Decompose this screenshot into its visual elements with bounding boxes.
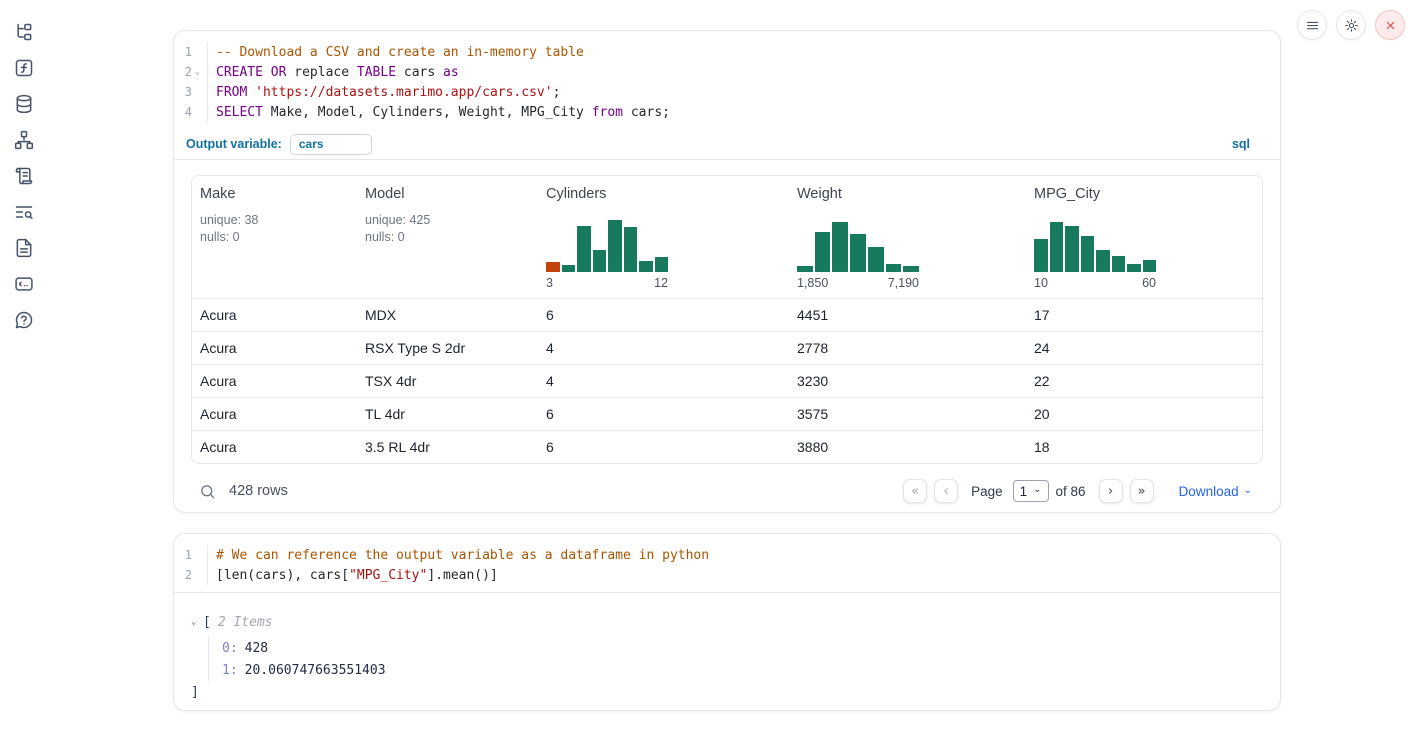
help-button[interactable] xyxy=(14,310,34,330)
bracket-open: [ xyxy=(203,615,211,630)
table-footer: 428 rows « ‹ Page 1⌄ of 86 › » Download⌄ xyxy=(174,475,1280,507)
download-button[interactable]: Download⌄ xyxy=(1179,484,1252,499)
table-row: Acura3.5 RL 4dr6388018 xyxy=(192,430,1262,463)
page-total: of 86 xyxy=(1056,484,1086,499)
output-variable-input[interactable] xyxy=(290,134,372,155)
menu-button[interactable] xyxy=(1297,10,1327,40)
file-explorer-button[interactable] xyxy=(14,22,34,42)
scroll-icon xyxy=(14,166,34,186)
item-value: 20.060747663551403 xyxy=(245,663,386,678)
items-count: 2 Items xyxy=(218,615,273,630)
sql-url-string: 'https://datasets.marimo.app/cars.csv' xyxy=(255,85,552,100)
gear-icon xyxy=(1344,18,1359,33)
line-number: 1 xyxy=(178,45,192,59)
dependencies-button[interactable] xyxy=(14,130,34,150)
line-number: 2 xyxy=(178,65,192,79)
datasources-button[interactable] xyxy=(14,94,34,114)
prev-page-icon: ‹ xyxy=(943,484,948,499)
item-index: 1: xyxy=(222,663,238,678)
last-page-button[interactable]: » xyxy=(1130,479,1154,503)
table-row: AcuraTSX 4dr4323022 xyxy=(192,364,1262,397)
histogram-axis: 1,8507,190 xyxy=(797,276,919,290)
output-variable-strip: Output variable: sql xyxy=(174,129,1280,160)
code-line: 1 # We can reference the output variable… xyxy=(174,545,1280,565)
scratchpad-button[interactable] xyxy=(14,166,34,186)
cylinders-histogram xyxy=(546,220,668,272)
first-page-icon: « xyxy=(911,484,919,499)
mpg-city-histogram xyxy=(1034,220,1156,272)
language-badge: sql xyxy=(1232,137,1268,151)
column-header-mpg-city[interactable]: MPG_City 1060 xyxy=(1026,176,1262,298)
documentation-button[interactable] xyxy=(14,238,34,258)
page-label: Page xyxy=(971,484,1003,499)
code-line: 2 [len(cars), cars["MPG_City"].mean()] xyxy=(174,565,1280,585)
next-page-icon: › xyxy=(1108,484,1113,499)
output-tree: ⌄ [ 2 Items 0: 428 1: 20.060747663551403… xyxy=(174,593,1280,703)
item-index: 0: xyxy=(222,641,238,656)
left-sidebar xyxy=(0,0,48,729)
chevron-down-icon: ⌄ xyxy=(1244,485,1252,496)
tree-item: 0: 428 xyxy=(222,637,1280,659)
row-count: 428 rows xyxy=(229,483,288,499)
chevron-down-icon: ⌄ xyxy=(1033,484,1041,495)
item-value: 428 xyxy=(245,641,268,656)
code-line: 2⌄ CREATE OR replace TABLE cars as xyxy=(174,62,1280,82)
code-line: 3 FROM 'https://datasets.marimo.app/cars… xyxy=(174,82,1280,102)
close-icon xyxy=(1383,18,1398,33)
python-cell: 1 # We can reference the output variable… xyxy=(173,533,1281,711)
hamburger-menu-icon xyxy=(1305,18,1320,33)
sql-comment: -- Download a CSV and create an in-memor… xyxy=(216,45,584,60)
column-header-cylinders[interactable]: Cylinders 312 xyxy=(538,176,789,298)
bracket-close: ] xyxy=(191,685,1280,703)
table-header-row: Make unique: 38nulls: 0 Model unique: 42… xyxy=(192,176,1262,298)
table-row: AcuraTL 4dr6357520 xyxy=(192,397,1262,430)
database-icon xyxy=(14,94,34,114)
code-line: 1 -- Download a CSV and create an in-mem… xyxy=(174,42,1280,62)
code-snippet-icon xyxy=(14,274,34,294)
sql-code-editor[interactable]: 1 -- Download a CSV and create an in-mem… xyxy=(174,31,1280,129)
file-text-icon xyxy=(14,238,34,258)
prev-page-button[interactable]: ‹ xyxy=(934,479,958,503)
column-stats: unique: 425nulls: 0 xyxy=(365,212,530,246)
table-row: AcuraRSX Type S 2dr4277824 xyxy=(192,331,1262,364)
output-variable-label: Output variable: xyxy=(186,137,282,151)
text-search-icon xyxy=(14,202,34,222)
settings-button[interactable] xyxy=(1336,10,1366,40)
table-row: AcuraMDX6445117 xyxy=(192,298,1262,331)
first-page-button[interactable]: « xyxy=(903,479,927,503)
search-icon[interactable] xyxy=(199,483,216,500)
logs-button[interactable] xyxy=(14,202,34,222)
python-code-editor[interactable]: 1 # We can reference the output variable… xyxy=(174,534,1280,592)
network-icon xyxy=(14,130,34,150)
snippets-button[interactable] xyxy=(14,274,34,294)
shutdown-button[interactable] xyxy=(1375,10,1405,40)
variables-button[interactable] xyxy=(14,58,34,78)
top-right-controls xyxy=(1297,10,1405,40)
data-table: Make unique: 38nulls: 0 Model unique: 42… xyxy=(191,175,1263,464)
tree-item: 1: 20.060747663551403 xyxy=(222,659,1280,681)
line-number: 3 xyxy=(178,85,192,99)
file-tree-icon xyxy=(14,22,34,42)
tree-collapse-icon[interactable]: ⌄ xyxy=(191,617,203,627)
histogram-axis: 1060 xyxy=(1034,276,1156,290)
line-number: 2 xyxy=(178,568,192,582)
function-square-icon xyxy=(14,58,34,78)
histogram-axis: 312 xyxy=(546,276,668,290)
python-comment: # We can reference the output variable a… xyxy=(216,548,709,563)
column-header-weight[interactable]: Weight 1,8507,190 xyxy=(789,176,1026,298)
weight-histogram xyxy=(797,220,919,272)
next-page-button[interactable]: › xyxy=(1099,479,1123,503)
help-circle-icon xyxy=(14,310,34,330)
line-number: 4 xyxy=(178,105,192,119)
sql-cell: 1 -- Download a CSV and create an in-mem… xyxy=(173,30,1281,513)
line-number: 1 xyxy=(178,548,192,562)
column-header-make[interactable]: Make unique: 38nulls: 0 xyxy=(192,176,357,298)
pagination: « ‹ Page 1⌄ of 86 › » Download⌄ xyxy=(903,479,1252,503)
fold-chevron-icon[interactable]: ⌄ xyxy=(192,67,203,77)
last-page-icon: » xyxy=(1138,484,1146,499)
code-line: 4 SELECT Make, Model, Cylinders, Weight,… xyxy=(174,102,1280,122)
page-select[interactable]: 1⌄ xyxy=(1013,480,1049,502)
column-stats: unique: 38nulls: 0 xyxy=(200,212,349,246)
column-header-model[interactable]: Model unique: 425nulls: 0 xyxy=(357,176,538,298)
